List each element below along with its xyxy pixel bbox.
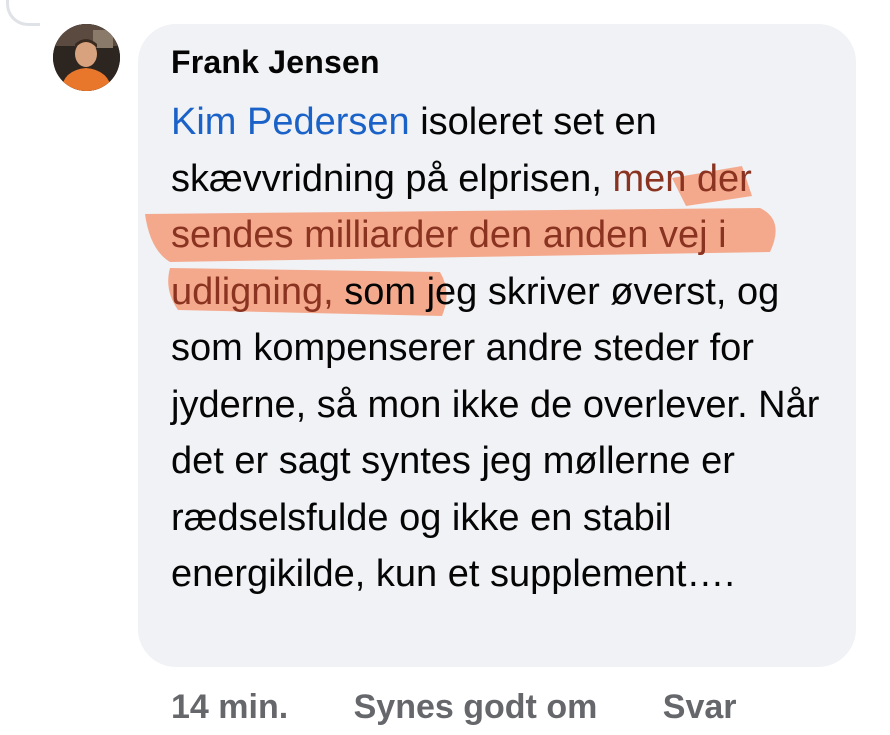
comment-screen: Frank Jensen Kim Pedersen isoleret set e… <box>0 0 890 735</box>
comment-author-name[interactable]: Frank Jensen <box>171 44 380 81</box>
comment-timestamp[interactable]: 14 min. <box>171 688 288 727</box>
profile-photo-icon <box>53 24 120 91</box>
reply-thread-line <box>6 0 40 26</box>
comment-text-after: som jeg skriver øverst, og som kompenser… <box>171 270 820 596</box>
comment-actions: 14 min. Synes godt om Svar <box>171 688 737 727</box>
like-button[interactable]: Synes godt om <box>354 688 598 727</box>
comment-body: Kim Pedersen isoleret set en skævvridnin… <box>171 94 831 603</box>
mention-link[interactable]: Kim Pedersen <box>171 101 410 143</box>
reply-button[interactable]: Svar <box>663 688 737 727</box>
avatar[interactable] <box>53 24 120 91</box>
